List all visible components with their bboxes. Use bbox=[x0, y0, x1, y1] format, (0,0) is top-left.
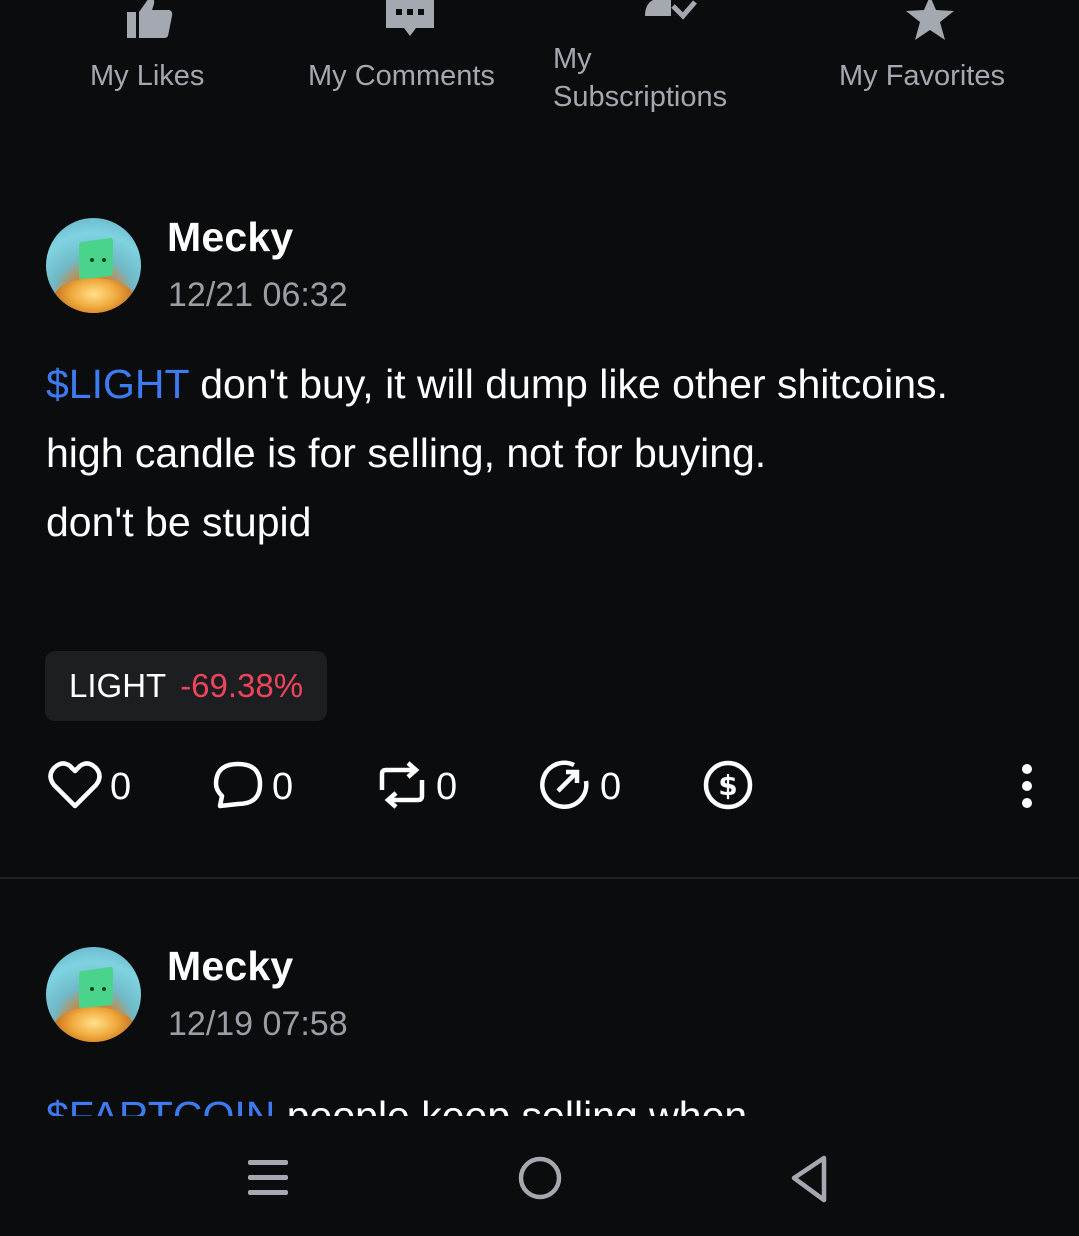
tip-button[interactable]: $ bbox=[702, 757, 754, 817]
menu-icon bbox=[246, 1160, 290, 1206]
repost-icon bbox=[376, 760, 428, 815]
post-actions: 0 0 0 0 $ bbox=[0, 757, 1079, 817]
repost-button[interactable]: 0 bbox=[376, 757, 457, 817]
system-navigation-bar bbox=[0, 1128, 1079, 1236]
chip-symbol: LIGHT bbox=[69, 667, 167, 704]
post-time: 12/21 06:32 bbox=[168, 276, 348, 314]
back-icon bbox=[786, 1155, 832, 1208]
share-icon bbox=[538, 759, 592, 816]
tab-label: My Comments bbox=[308, 60, 495, 92]
home-icon bbox=[516, 1156, 564, 1206]
username[interactable]: Mecky bbox=[167, 943, 293, 990]
ticker-chip[interactable]: LIGHT -69.38% bbox=[45, 651, 328, 721]
ticker-link[interactable]: $LIGHT bbox=[46, 361, 189, 407]
tab-label: My Subscriptions bbox=[553, 43, 728, 113]
recents-button[interactable] bbox=[246, 1154, 290, 1207]
ticker-link[interactable]: $FARTCOIN bbox=[46, 1093, 275, 1116]
post-time: 12/19 07:58 bbox=[168, 1005, 348, 1043]
post-divider bbox=[0, 877, 1079, 879]
share-button[interactable]: 0 bbox=[538, 757, 621, 817]
more-vertical-icon bbox=[1021, 764, 1033, 813]
post-body: $FARTCOIN people keep selling when bbox=[46, 1090, 1006, 1116]
comment-button[interactable]: 0 bbox=[212, 757, 293, 817]
post-body-clipped: $FARTCOIN people keep selling when bbox=[0, 1090, 1079, 1116]
avatar-art bbox=[79, 237, 113, 281]
tab-label: My Favorites bbox=[839, 60, 1005, 92]
username[interactable]: Mecky bbox=[167, 214, 293, 261]
chip-change: -69.38% bbox=[180, 667, 304, 704]
share-count: 0 bbox=[600, 765, 622, 808]
tab-my-likes[interactable]: My Likes bbox=[70, 0, 230, 130]
like-count: 0 bbox=[110, 765, 132, 808]
home-button[interactable] bbox=[516, 1154, 564, 1207]
tab-label: My Likes bbox=[90, 60, 205, 92]
thumbs-up-icon bbox=[125, 0, 175, 45]
subscription-icon bbox=[643, 0, 697, 27]
avatar-art bbox=[79, 966, 113, 1010]
comment-count: 0 bbox=[272, 765, 294, 808]
post-text-line: don't be stupid bbox=[46, 499, 312, 545]
tab-my-subscriptions[interactable]: My Subscriptions bbox=[545, 0, 765, 130]
star-icon bbox=[904, 0, 956, 45]
post-body: $LIGHT don't buy, it will dump like othe… bbox=[46, 350, 1006, 557]
avatar[interactable] bbox=[46, 218, 141, 313]
repost-count: 0 bbox=[436, 765, 458, 808]
like-button[interactable]: 0 bbox=[48, 757, 131, 817]
back-button[interactable] bbox=[786, 1154, 832, 1209]
comment-icon bbox=[212, 760, 264, 815]
tab-my-favorites[interactable]: My Favorites bbox=[830, 0, 1030, 130]
dollar-coin-icon: $ bbox=[702, 759, 754, 816]
svg-text:$: $ bbox=[718, 769, 737, 802]
more-options-button[interactable] bbox=[1021, 763, 1033, 814]
tab-my-comments[interactable]: My Comments bbox=[300, 0, 520, 130]
comment-dots-icon bbox=[384, 0, 436, 45]
post-text: people keep selling when bbox=[275, 1093, 748, 1116]
avatar[interactable] bbox=[46, 947, 141, 1042]
heart-icon bbox=[48, 760, 102, 815]
activity-tabs: My Likes My Comments My Subscriptions My… bbox=[0, 0, 1079, 130]
